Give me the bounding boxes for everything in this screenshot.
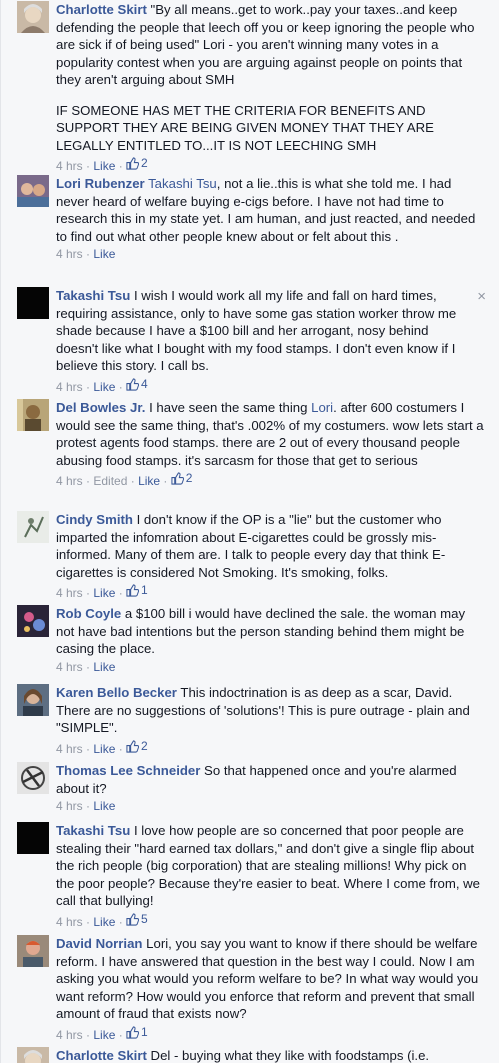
close-icon[interactable]: × (477, 289, 486, 304)
thumbs-up-icon (126, 157, 140, 170)
avatar[interactable] (17, 762, 49, 794)
thumbs-up-icon (126, 584, 140, 597)
comment-author[interactable]: Charlotte Skirt (56, 2, 147, 17)
comment-meta: 4 hrs · Like (56, 247, 116, 261)
comment-author[interactable]: Rob Coyle (56, 606, 121, 621)
comment-meta: 4 hrs · Like · 1 (56, 1024, 148, 1042)
comment-meta: 4 hrs · Like · 1 (56, 582, 148, 600)
timestamp[interactable]: 4 hrs (56, 660, 83, 674)
avatar[interactable] (17, 287, 49, 319)
comment-author[interactable]: Del Bowles Jr. (56, 400, 145, 415)
timestamp[interactable]: 4 hrs (56, 586, 83, 600)
like-count[interactable]: 1 (126, 582, 148, 599)
comment-author[interactable]: Cindy Smith (56, 512, 133, 527)
comment-meta: 4 hrs · Like · 5 (56, 911, 148, 929)
comment-text: IF SOMEONE HAS MET THE CRITERIA FOR BENE… (56, 102, 434, 153)
thumbs-up-icon (126, 1025, 140, 1039)
comment-meta: 4 hrs · Like · 2 (56, 155, 148, 173)
avatar[interactable] (17, 684, 49, 716)
mention-link[interactable]: Lori (311, 400, 333, 415)
like-button[interactable]: Like (93, 742, 115, 756)
like-count[interactable]: 2 (126, 155, 148, 172)
thumbs-up-icon (126, 377, 140, 391)
like-count[interactable]: 1 (126, 1024, 148, 1041)
like-button[interactable]: Like (93, 586, 115, 600)
like-button[interactable]: Like (138, 474, 160, 488)
comment-author[interactable]: Charlotte Skirt (56, 1048, 147, 1063)
thumbs-up-icon (126, 739, 140, 753)
comment-thread: Charlotte Skirt "By all means..get to wo… (0, 0, 499, 1063)
like-button[interactable]: Like (93, 1028, 115, 1042)
like-count[interactable]: 4 (126, 376, 148, 393)
like-count[interactable]: 2 (171, 470, 192, 487)
timestamp[interactable]: 4 hrs (56, 159, 83, 173)
comment-author[interactable]: Takashi Tsu (56, 288, 130, 303)
comment-author[interactable]: Lori Rubenzer (56, 176, 145, 191)
like-count[interactable]: 2 (126, 738, 148, 755)
avatar[interactable] (17, 1047, 49, 1063)
thumbs-up-icon (171, 472, 184, 485)
timestamp[interactable]: 4 hrs (56, 380, 83, 394)
avatar[interactable] (17, 1, 49, 33)
timestamp[interactable]: 4 hrs (56, 915, 83, 929)
like-button[interactable]: Like (93, 247, 115, 261)
like-count[interactable]: 5 (126, 911, 148, 928)
comment-author[interactable]: Takashi Tsu (56, 823, 130, 838)
like-button[interactable]: Like (93, 799, 115, 813)
comment-meta: 4 hrs · Like · 4 (56, 376, 148, 394)
comment-text: Del - buying what they like with foodsta… (150, 1048, 430, 1063)
thumbs-up-icon (126, 912, 140, 926)
avatar[interactable] (17, 399, 49, 431)
comment-meta: 4 hrs · Like (56, 799, 116, 813)
comment-text: I have seen the same thing (149, 400, 312, 415)
like-button[interactable]: Like (93, 380, 115, 394)
comment-author[interactable]: David Norrian (56, 936, 142, 951)
avatar[interactable] (17, 175, 49, 207)
avatar[interactable] (17, 822, 49, 854)
avatar[interactable] (17, 511, 49, 543)
like-button[interactable]: Like (93, 159, 115, 173)
mention-link[interactable]: Takashi Tsu (148, 176, 217, 191)
like-button[interactable]: Like (93, 915, 115, 929)
timestamp[interactable]: 4 hrs (56, 474, 83, 488)
comment-meta: 4 hrs · Edited · Like · 2 (56, 470, 193, 488)
avatar[interactable] (17, 935, 49, 967)
avatar[interactable] (17, 605, 49, 637)
timestamp[interactable]: 4 hrs (56, 742, 83, 756)
comment-meta: 4 hrs · Like · 2 (56, 738, 148, 756)
timestamp[interactable]: 4 hrs (56, 247, 83, 261)
comment-author[interactable]: Karen Bello Becker (56, 685, 177, 700)
comment-author[interactable]: Thomas Lee Schneider (56, 763, 200, 778)
timestamp[interactable]: 4 hrs (56, 1028, 83, 1042)
timestamp[interactable]: 4 hrs (56, 799, 83, 813)
edited-label[interactable]: Edited (93, 474, 127, 488)
like-button[interactable]: Like (93, 660, 115, 674)
comment-meta: 4 hrs · Like (56, 659, 116, 674)
